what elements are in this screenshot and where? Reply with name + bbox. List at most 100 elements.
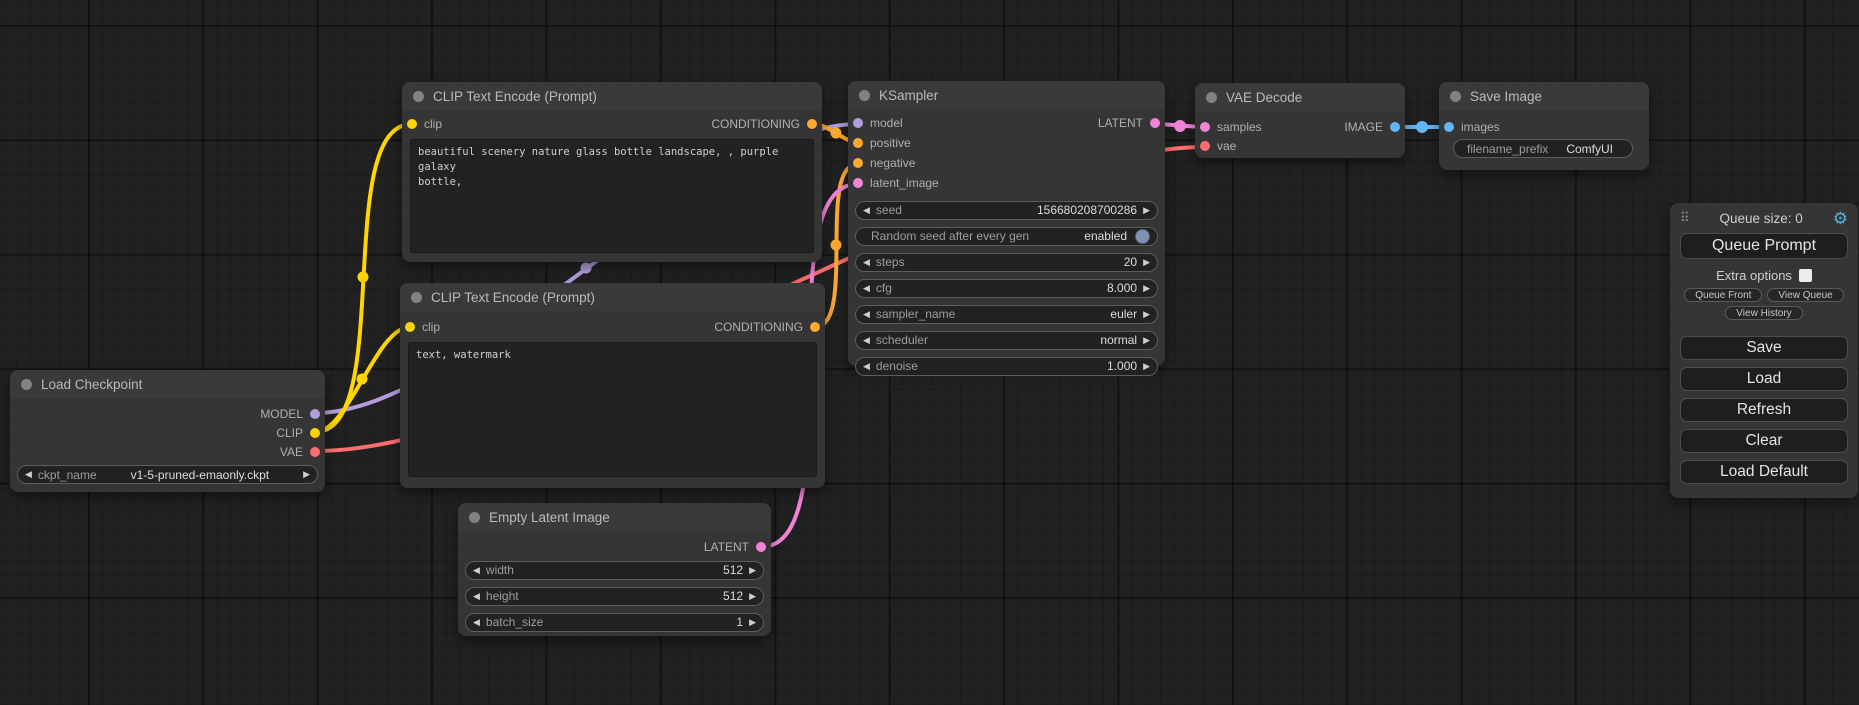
refresh-button[interactable]: Refresh: [1680, 398, 1848, 422]
queue-prompt-button[interactable]: Queue Prompt: [1680, 233, 1848, 259]
node-clip-text-encode-negative[interactable]: CLIP Text Encode (Prompt) clip CONDITION…: [400, 283, 825, 488]
node-vae-decode[interactable]: VAE Decode samples vae IMAGE: [1195, 83, 1405, 158]
node-title-bar[interactable]: Save Image: [1439, 82, 1649, 110]
collapse-dot-icon[interactable]: [1450, 91, 1461, 102]
model-output-slot[interactable]: [310, 409, 320, 419]
sampler-name-widget[interactable]: ◀ sampler_name euler ▶: [855, 305, 1158, 324]
steps-widget[interactable]: ◀ steps 20 ▶: [855, 253, 1158, 272]
prompt-text-input[interactable]: text, watermark: [408, 342, 817, 477]
increment-arrow-icon[interactable]: ▶: [749, 618, 756, 627]
conditioning-output-slot[interactable]: [807, 119, 817, 129]
increment-arrow-icon[interactable]: ▶: [1143, 362, 1150, 371]
increment-arrow-icon[interactable]: ▶: [749, 592, 756, 601]
load-default-button[interactable]: Load Default: [1680, 460, 1848, 484]
node-graph-canvas[interactable]: Load Checkpoint MODEL CLIP VAE ◀ ckpt_na…: [0, 0, 1859, 705]
output-label-clip: CLIP: [276, 426, 303, 440]
input-label-clip: clip: [422, 320, 440, 334]
node-ksampler[interactable]: KSampler model positive negative latent_…: [848, 81, 1165, 366]
settings-gear-icon[interactable]: ⚙: [1833, 210, 1848, 227]
model-input-slot[interactable]: [853, 118, 863, 128]
collapse-dot-icon[interactable]: [469, 512, 480, 523]
latent-image-input-slot[interactable]: [853, 178, 863, 188]
latent-output-slot[interactable]: [756, 542, 766, 552]
positive-input-slot[interactable]: [853, 138, 863, 148]
batch-size-widget[interactable]: ◀ batch_size 1 ▶: [465, 613, 764, 632]
prompt-text-input[interactable]: beautiful scenery nature glass bottle la…: [410, 139, 814, 253]
seed-widget[interactable]: ◀ seed 156680208700286 ▶: [855, 201, 1158, 220]
view-history-button[interactable]: View History: [1725, 306, 1802, 320]
collapse-dot-icon[interactable]: [1206, 92, 1217, 103]
clip-input-slot[interactable]: [405, 322, 415, 332]
node-title-bar[interactable]: Load Checkpoint: [10, 370, 325, 398]
latent-output-slot[interactable]: [1150, 118, 1160, 128]
clip-output-slot[interactable]: [310, 428, 320, 438]
node-title-bar[interactable]: KSampler: [848, 81, 1165, 109]
toggle-dot-icon[interactable]: [1135, 229, 1150, 244]
decrement-arrow-icon[interactable]: ◀: [473, 566, 480, 575]
decrement-arrow-icon[interactable]: ◀: [863, 310, 870, 319]
save-button[interactable]: Save: [1680, 336, 1848, 360]
random-seed-toggle-widget[interactable]: Random seed after every gen enabled: [855, 227, 1158, 246]
scheduler-widget[interactable]: ◀ scheduler normal ▶: [855, 331, 1158, 350]
input-label-samples: samples: [1217, 120, 1262, 134]
decrement-arrow-icon[interactable]: ◀: [25, 470, 32, 479]
decrement-arrow-icon[interactable]: ◀: [863, 336, 870, 345]
increment-arrow-icon[interactable]: ▶: [1143, 258, 1150, 267]
extra-options-label: Extra options: [1716, 268, 1792, 283]
node-empty-latent-image[interactable]: Empty Latent Image LATENT ◀ width 512 ▶ …: [458, 503, 771, 636]
widget-value: ComfyUI: [1554, 142, 1625, 156]
decrement-arrow-icon[interactable]: ◀: [863, 206, 870, 215]
increment-arrow-icon[interactable]: ▶: [1143, 336, 1150, 345]
collapse-dot-icon[interactable]: [411, 292, 422, 303]
width-widget[interactable]: ◀ width 512 ▶: [465, 561, 764, 580]
conditioning-output-slot[interactable]: [810, 322, 820, 332]
node-title-bar[interactable]: Empty Latent Image: [458, 503, 771, 531]
node-title-bar[interactable]: CLIP Text Encode (Prompt): [400, 283, 825, 311]
drag-handle-icon[interactable]: ⠿: [1680, 210, 1690, 226]
images-input-slot[interactable]: [1444, 122, 1454, 132]
decrement-arrow-icon[interactable]: ◀: [473, 618, 480, 627]
image-output-slot[interactable]: [1390, 122, 1400, 132]
extra-options-checkbox[interactable]: [1799, 269, 1812, 282]
node-load-checkpoint[interactable]: Load Checkpoint MODEL CLIP VAE ◀ ckpt_na…: [10, 370, 325, 492]
vae-input-slot[interactable]: [1200, 141, 1210, 151]
increment-arrow-icon[interactable]: ▶: [1143, 284, 1150, 293]
view-queue-button[interactable]: View Queue: [1767, 288, 1843, 302]
cfg-widget[interactable]: ◀ cfg 8.000 ▶: [855, 279, 1158, 298]
collapse-dot-icon[interactable]: [21, 379, 32, 390]
height-widget[interactable]: ◀ height 512 ▶: [465, 587, 764, 606]
node-title-bar[interactable]: CLIP Text Encode (Prompt): [402, 82, 822, 110]
load-button[interactable]: Load: [1680, 367, 1848, 391]
widget-value: v1-5-pruned-emaonly.ckpt: [103, 468, 297, 482]
increment-arrow-icon[interactable]: ▶: [1143, 206, 1150, 215]
clear-button[interactable]: Clear: [1680, 429, 1848, 453]
samples-input-slot[interactable]: [1200, 122, 1210, 132]
increment-arrow-icon[interactable]: ▶: [749, 566, 756, 575]
denoise-widget[interactable]: ◀ denoise 1.000 ▶: [855, 357, 1158, 376]
widget-label: seed: [876, 203, 902, 217]
node-title: Empty Latent Image: [489, 510, 610, 525]
increment-arrow-icon[interactable]: ▶: [303, 470, 310, 479]
vae-output-slot[interactable]: [310, 447, 320, 457]
widget-label: denoise: [876, 359, 918, 373]
widget-label: sampler_name: [876, 307, 955, 321]
wire-image-midpoint-dot: [1416, 121, 1428, 133]
ckpt-name-widget[interactable]: ◀ ckpt_name v1-5-pruned-emaonly.ckpt ▶: [17, 465, 318, 484]
queue-front-button[interactable]: Queue Front: [1684, 288, 1762, 302]
filename-prefix-widget[interactable]: filename_prefix ComfyUI: [1453, 139, 1633, 158]
collapse-dot-icon[interactable]: [859, 90, 870, 101]
increment-arrow-icon[interactable]: ▶: [1143, 310, 1150, 319]
decrement-arrow-icon[interactable]: ◀: [863, 362, 870, 371]
node-title-bar[interactable]: VAE Decode: [1195, 83, 1405, 111]
node-clip-text-encode-positive[interactable]: CLIP Text Encode (Prompt) clip CONDITION…: [402, 82, 822, 262]
decrement-arrow-icon[interactable]: ◀: [473, 592, 480, 601]
decrement-arrow-icon[interactable]: ◀: [863, 258, 870, 267]
node-save-image[interactable]: Save Image images filename_prefix ComfyU…: [1439, 82, 1649, 170]
clip-input-slot[interactable]: [407, 119, 417, 129]
collapse-dot-icon[interactable]: [413, 91, 424, 102]
queue-panel[interactable]: ⠿ Queue size: 0 ⚙ Queue Prompt Extra opt…: [1670, 203, 1858, 498]
output-label-latent: LATENT: [1098, 116, 1143, 130]
output-label-vae: VAE: [280, 445, 303, 459]
negative-input-slot[interactable]: [853, 158, 863, 168]
decrement-arrow-icon[interactable]: ◀: [863, 284, 870, 293]
